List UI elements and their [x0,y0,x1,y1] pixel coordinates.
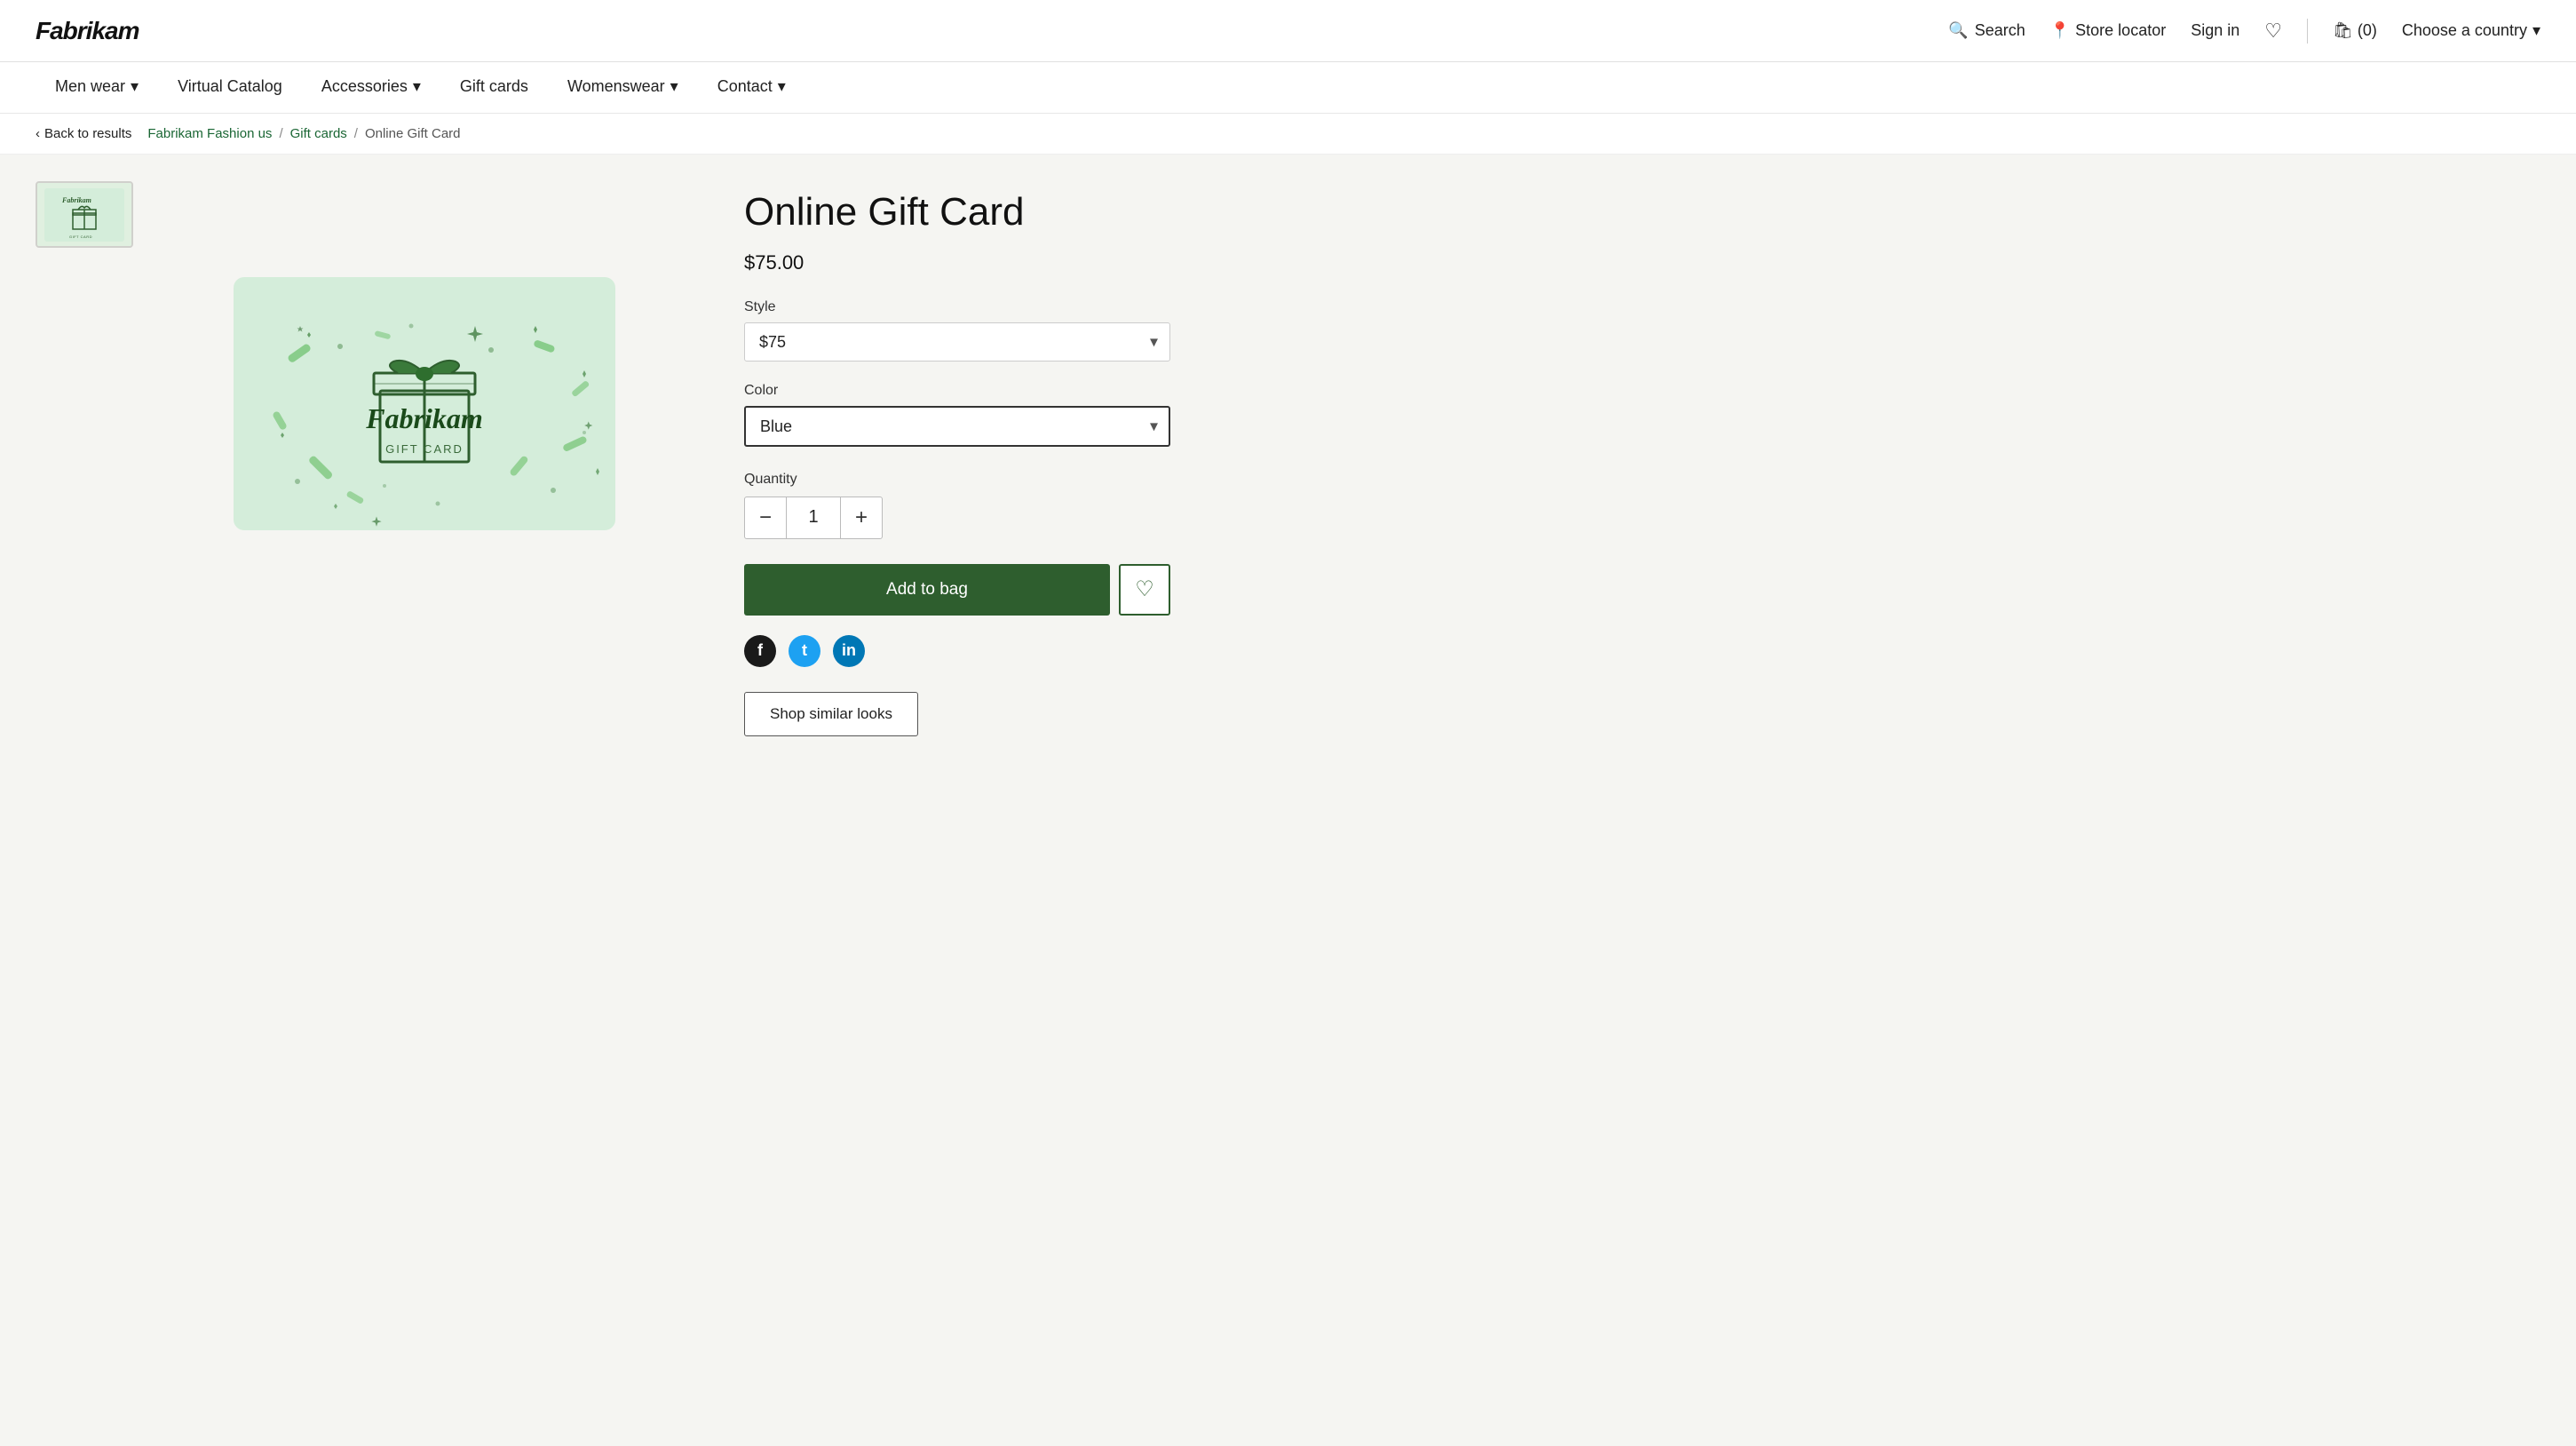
breadcrumb-sep-1: / [279,126,282,141]
breadcrumb-home-link[interactable]: Fabrikam Fashion us [147,126,272,141]
bag-count: (0) [2358,21,2377,40]
color-select[interactable]: Blue Red Green [744,406,1170,447]
brand-logo[interactable]: Fabrikam [36,17,139,45]
add-to-bag-row: Add to bag ♡ [744,564,1170,616]
back-to-results-button[interactable]: ‹ Back to results [36,126,131,141]
header-right: 🔍 Search 📍 Store locator Sign in ♡ 🛍 (0)… [1948,19,2540,44]
linkedin-share-button[interactable]: in [833,635,865,667]
nav-label-virtualcatalog: Virtual Catalog [178,77,282,96]
product-details-panel: Online Gift Card $75.00 Style $25 $50 $7… [744,181,1170,736]
product-gallery: Fabrikam GIFT CARD [36,181,700,736]
bag-icon: 🛍 [2333,21,2353,40]
store-locator-button[interactable]: 📍 Store locator [2050,21,2166,40]
chevron-down-icon: ▾ [778,77,786,96]
search-button[interactable]: 🔍 Search [1948,21,2025,40]
main-nav: Men wear ▾ Virtual Catalog Accessories ▾… [0,62,2576,114]
product-thumbnail-1[interactable]: Fabrikam GIFT CARD [36,181,133,248]
breadcrumb-current: Online Gift Card [365,126,461,141]
product-title: Online Gift Card [744,190,1170,235]
location-icon: 📍 [2050,21,2070,40]
main-content: Fabrikam GIFT CARD [0,155,2576,790]
store-locator-label: Store locator [2075,21,2166,40]
product-price: $75.00 [744,251,1170,274]
color-selector-wrap: Blue Red Green ▾ [744,406,1170,447]
heart-icon: ♡ [1135,576,1154,602]
quantity-increase-button[interactable]: + [840,497,883,539]
thumbnail-column: Fabrikam GIFT CARD [36,181,133,248]
signin-button[interactable]: Sign in [2191,21,2239,40]
svg-text:Fabrikam: Fabrikam [61,196,91,204]
svg-text:GIFT CARD: GIFT CARD [385,442,464,456]
nav-item-womenswear[interactable]: Womenswear ▾ [548,62,698,113]
add-to-bag-button[interactable]: Add to bag [744,564,1110,616]
back-label: Back to results [44,126,131,141]
svg-text:GIFT CARD: GIFT CARD [69,234,92,239]
nav-label-menwear: Men wear [55,77,125,96]
chevron-down-icon: ▾ [131,77,139,96]
nav-item-accessories[interactable]: Accessories ▾ [302,62,440,113]
quantity-row: − 1 + [744,497,1170,539]
nav-item-menwear[interactable]: Men wear ▾ [36,62,158,113]
breadcrumb-category-link[interactable]: Gift cards [290,126,347,141]
country-label: Choose a country [2402,21,2527,40]
search-icon: 🔍 [1948,21,1968,40]
nav-item-virtualcatalog[interactable]: Virtual Catalog [158,62,302,113]
style-selector-wrap: $25 $50 $75 $100 ▾ [744,322,1170,362]
bag-button[interactable]: 🛍 (0) [2333,21,2377,40]
nav-label-womenswear: Womenswear [567,77,665,96]
country-selector[interactable]: Choose a country ▾ [2402,21,2540,40]
wishlist-header-button[interactable]: ♡ [2264,20,2282,43]
facebook-share-button[interactable]: f [744,635,776,667]
social-share-row: f t in [744,635,1170,667]
chevron-down-icon: ▾ [2532,21,2540,40]
header: Fabrikam 🔍 Search 📍 Store locator Sign i… [0,0,2576,62]
nav-item-giftcards[interactable]: Gift cards [440,62,548,113]
nav-label-accessories: Accessories [321,77,408,96]
main-image-area: Fabrikam GIFT CARD [149,181,700,625]
header-divider [2307,19,2308,44]
color-label: Color [744,383,1170,399]
breadcrumb: ‹ Back to results Fabrikam Fashion us / … [0,114,2576,155]
add-to-wishlist-button[interactable]: ♡ [1119,564,1170,616]
nav-item-contact[interactable]: Contact ▾ [698,62,805,113]
style-label: Style [744,299,1170,315]
search-label: Search [1975,21,2025,40]
breadcrumb-sep-2: / [354,126,358,141]
quantity-decrease-button[interactable]: − [744,497,787,539]
chevron-down-icon: ▾ [413,77,421,96]
twitter-share-button[interactable]: t [789,635,820,667]
product-main-image: Fabrikam GIFT CARD [234,277,615,530]
back-arrow-icon: ‹ [36,126,40,141]
style-select[interactable]: $25 $50 $75 $100 [744,322,1170,362]
shop-similar-button[interactable]: Shop similar looks [744,692,918,736]
quantity-label: Quantity [744,472,1170,488]
quantity-value: 1 [787,497,840,539]
chevron-down-icon: ▾ [670,77,678,96]
nav-label-contact: Contact [717,77,773,96]
svg-text:Fabrikam: Fabrikam [365,402,483,434]
nav-label-giftcards: Gift cards [460,77,528,96]
thumbnail-image: Fabrikam GIFT CARD [44,188,124,242]
